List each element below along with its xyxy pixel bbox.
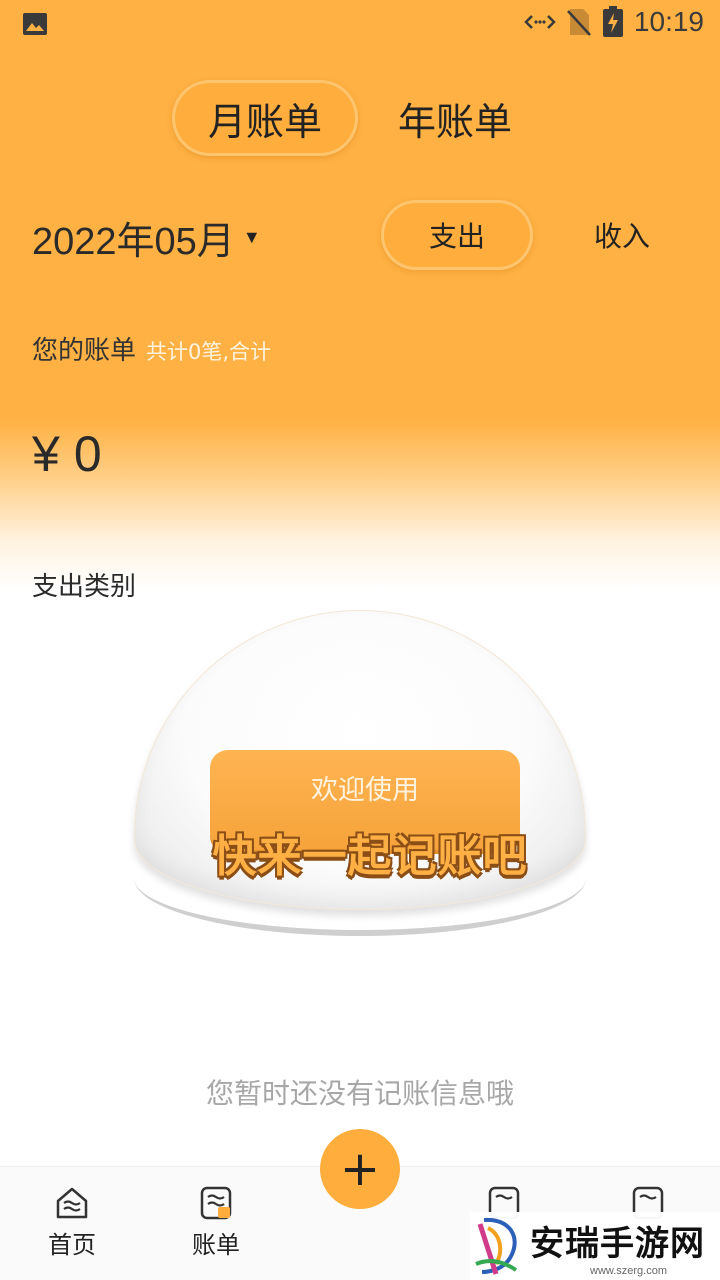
empty-state-message: 您暂时还没有记账信息哦 [205, 1077, 514, 1110]
selected-month: 2022年05月 [32, 221, 235, 263]
amount-value: 0 [73, 426, 102, 482]
bill-summary: 您的账单 共计0笔,合计 [32, 330, 271, 367]
add-record-button[interactable]: + [320, 1129, 400, 1209]
watermark-url: www.szerg.com [590, 1264, 668, 1277]
bill-summary-title: 您的账单 [32, 336, 137, 366]
bill-summary-count: 共计0笔,合计 [146, 340, 272, 364]
nav-item-bills[interactable]: 账单 [171, 1185, 261, 1260]
site-watermark: 安瑞手游网 www.szerg.com [470, 1212, 720, 1280]
status-bar: 10:19 [0, 0, 720, 50]
data-sync-icon [524, 15, 556, 29]
battery-charging-icon [602, 6, 623, 37]
welcome-sign-top-text: 欢迎使用 [311, 775, 419, 806]
no-sim-icon [567, 9, 591, 36]
filter-row: 2022年05月 ▼ 支出 收入 [0, 200, 720, 272]
watermark-logo-icon [475, 1217, 518, 1275]
expense-toggle-button[interactable]: 支出 [381, 200, 533, 270]
home-icon [56, 1187, 88, 1219]
nav-item-home[interactable]: 首页 [27, 1185, 117, 1260]
nav-label-bills: 账单 [192, 1231, 240, 1259]
total-amount: ¥ 0 [32, 425, 102, 483]
dropdown-caret-icon: ▼ [242, 227, 261, 247]
bill-period-tabs: 月账单 年账单 [0, 78, 720, 158]
category-section-title: 支出类别 [32, 572, 137, 602]
nav-label-home: 首页 [48, 1231, 96, 1259]
bills-icon [200, 1186, 232, 1220]
tab-year-bill[interactable]: 年账单 [380, 80, 530, 156]
welcome-sign-main-text: 快来一起记账吧 [212, 831, 528, 882]
currency-symbol: ¥ [32, 426, 60, 482]
empty-state-illustration: 欢迎使用 快来一起记账吧 [134, 610, 586, 936]
income-toggle-button[interactable]: 收入 [560, 200, 684, 270]
month-picker[interactable]: 2022年05月 ▼ [32, 210, 261, 265]
status-time: 10:19 [633, 6, 704, 37]
tab-month-bill[interactable]: 月账单 [172, 80, 358, 156]
gallery-notification-icon [23, 13, 47, 35]
watermark-name: 安瑞手游网 [530, 1223, 705, 1264]
